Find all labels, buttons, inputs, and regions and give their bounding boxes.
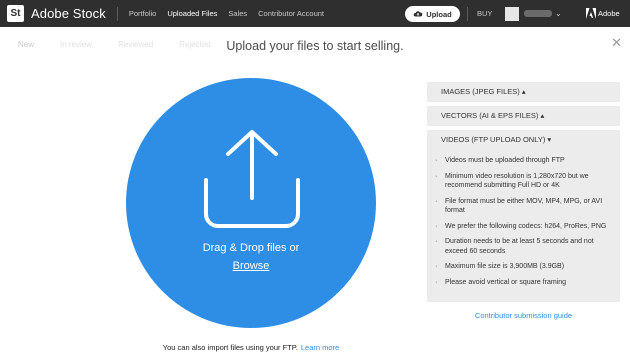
upload-button-label: Upload (426, 9, 452, 19)
page-title: Upload your files to start selling. (226, 39, 404, 53)
upload-button[interactable]: Upload (405, 6, 460, 22)
accordion-videos[interactable]: VIDEOS (FTP UPLOAD ONLY) ▾ (427, 130, 620, 150)
list-item: · We prefer the following codecs: h264, P… (435, 222, 607, 230)
ftp-note: You can also import files using your FTP… (0, 343, 502, 352)
nav-contributor-account[interactable]: Contributor Account (258, 9, 324, 18)
chevron-down-icon[interactable]: ⌄ (555, 9, 562, 18)
adobe-stock-logo[interactable]: St (7, 5, 24, 22)
accordion-vectors[interactable]: VECTORS (AI & EPS FILES) ▴ (427, 106, 620, 126)
avatar[interactable] (505, 7, 519, 21)
drop-zone[interactable]: Drag & Drop files or Browse (126, 78, 376, 328)
list-item: · File format must be either MOV, MP4, MP… (435, 197, 603, 215)
list-item: · Minimum video resolution is 1,280x720 b… (435, 172, 589, 190)
buy-link[interactable]: BUY (477, 9, 492, 18)
brand-title[interactable]: Adobe Stock (31, 6, 106, 21)
list-item: · Videos must be uploaded through FTP (435, 157, 565, 164)
divider (116, 6, 118, 21)
contributor-guide-link[interactable]: Contributor submission guide (427, 311, 620, 320)
browse-link[interactable]: Browse (126, 260, 376, 272)
nav-portfolio[interactable]: Portfolio (129, 9, 157, 18)
divider (467, 7, 468, 21)
nav-uploaded-files[interactable]: Uploaded Files (167, 9, 217, 18)
list-item: · Maximum file size is 3,900MB (3.9GB) (435, 263, 565, 270)
accordion-images[interactable]: IMAGES (JPEG FILES) ▴ (427, 82, 620, 102)
account-name-redacted[interactable] (524, 10, 552, 17)
adobe-logo-icon (586, 8, 596, 19)
upload-arrow-icon (204, 130, 300, 228)
list-item: · Duration needs to be at least 5 seconds… (435, 238, 594, 255)
drag-drop-text: Drag & Drop files or (202, 242, 300, 254)
learn-more-link[interactable]: Learn more (301, 343, 339, 352)
nav-sales[interactable]: Sales (228, 9, 247, 18)
close-icon[interactable]: ✕ (611, 35, 622, 51)
list-item: · Please avoid vertical or square framing (435, 278, 567, 286)
videos-requirements: · Videos must be uploaded through FTP · Mi… (427, 150, 620, 302)
cloud-upload-icon (414, 11, 423, 17)
adobe-label: Adobe (598, 9, 620, 18)
ftp-note-text: You can also import files using your FTP… (162, 343, 298, 352)
